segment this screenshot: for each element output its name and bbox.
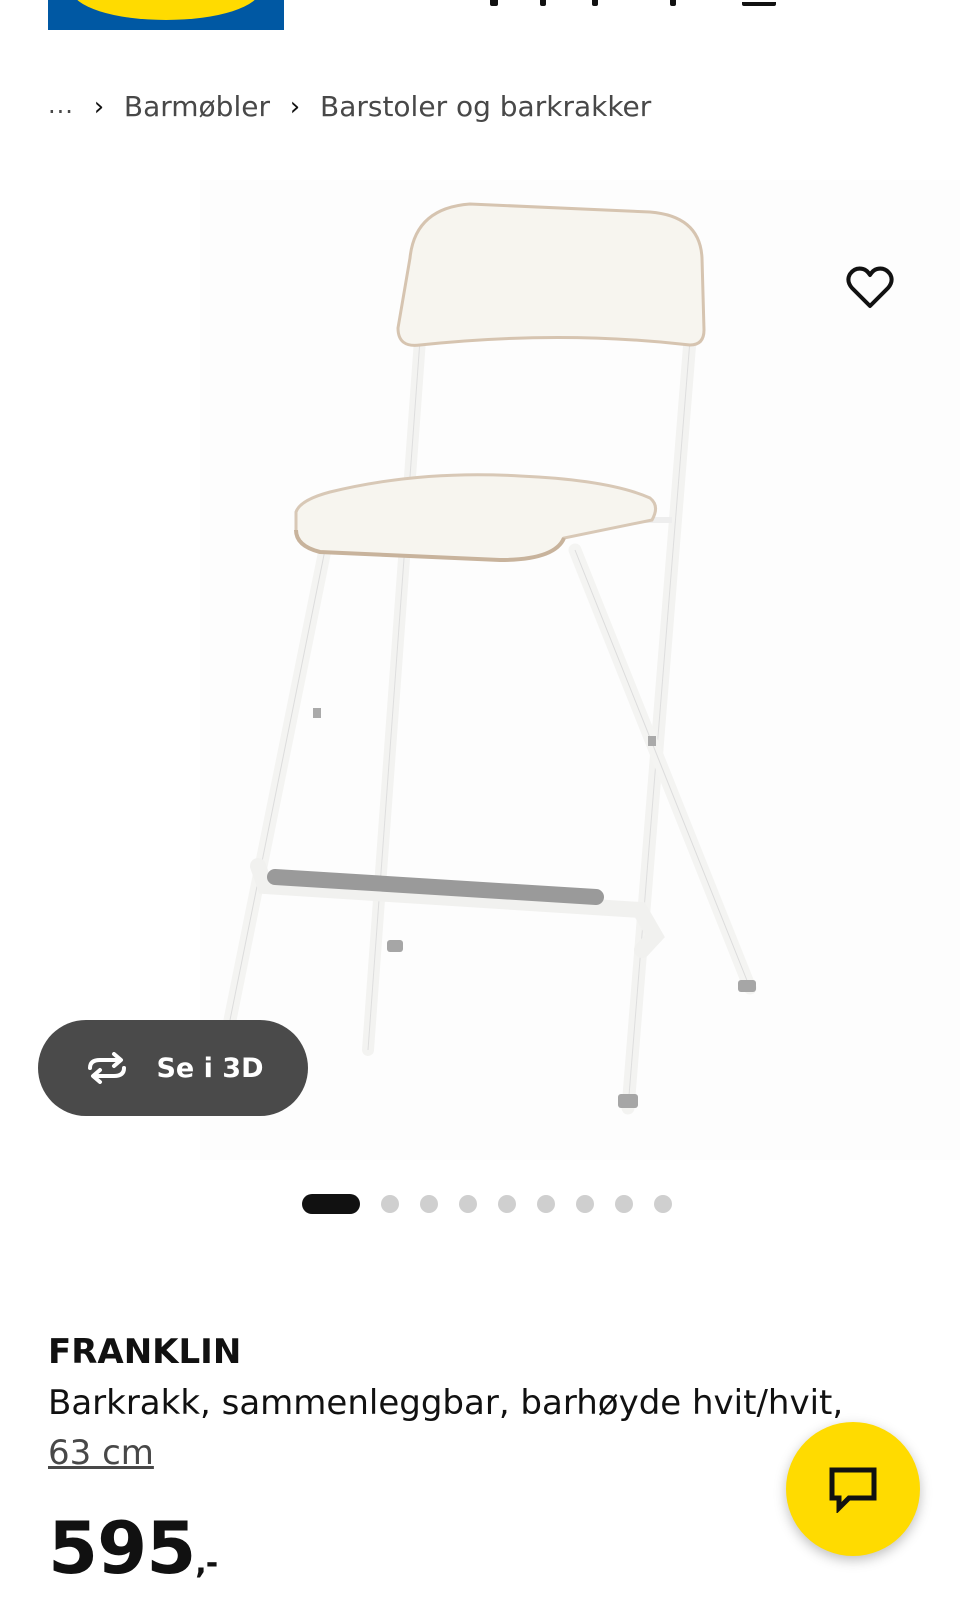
product-size-link[interactable]: 63 cm bbox=[48, 1428, 154, 1478]
gallery-dot-active[interactable] bbox=[302, 1194, 360, 1214]
product-image[interactable] bbox=[200, 180, 960, 1160]
gallery-dot[interactable] bbox=[420, 1195, 438, 1213]
view-3d-label: Se i 3D bbox=[156, 1052, 264, 1084]
header-icon-fragment bbox=[670, 0, 676, 6]
product-description: Barkrakk, sammenleggbar, barhøyde hvit/h… bbox=[48, 1383, 844, 1423]
price-suffix: ,- bbox=[195, 1546, 218, 1581]
product-gallery bbox=[0, 180, 960, 1160]
product-name: FRANKLIN bbox=[48, 1332, 242, 1372]
breadcrumb-item-barstoler[interactable]: Barstoler og barkrakker bbox=[320, 90, 651, 123]
breadcrumb-item-barmobler[interactable]: Barmøbler bbox=[124, 90, 270, 123]
rotate-3d-icon bbox=[82, 1052, 132, 1084]
breadcrumb: ... › Barmøbler › Barstoler og barkrakke… bbox=[48, 90, 651, 123]
gallery-pagination bbox=[302, 1194, 693, 1214]
header-icons-cropped bbox=[480, 0, 800, 8]
header-icon-fragment bbox=[592, 0, 598, 6]
gallery-dot[interactable] bbox=[576, 1195, 594, 1213]
gallery-dot[interactable] bbox=[537, 1195, 555, 1213]
gallery-dot[interactable] bbox=[381, 1195, 399, 1213]
header-icon-fragment bbox=[490, 0, 498, 6]
heart-icon bbox=[846, 266, 894, 308]
gallery-dot[interactable] bbox=[615, 1195, 633, 1213]
view-3d-button[interactable]: Se i 3D bbox=[38, 1020, 308, 1116]
gallery-dot[interactable] bbox=[654, 1195, 672, 1213]
ikea-logo[interactable] bbox=[48, 0, 284, 30]
chat-icon bbox=[829, 1467, 877, 1513]
breadcrumb-ellipsis[interactable]: ... bbox=[48, 91, 74, 119]
gallery-dot[interactable] bbox=[459, 1195, 477, 1213]
gallery-dot[interactable] bbox=[498, 1195, 516, 1213]
header-icon-fragment bbox=[742, 2, 776, 6]
header-icon-fragment bbox=[540, 0, 546, 6]
favorite-button[interactable] bbox=[840, 258, 900, 318]
price-value: 595 bbox=[48, 1506, 196, 1590]
logo-oval bbox=[72, 0, 260, 20]
product-price: 595,- bbox=[48, 1506, 218, 1604]
chat-button[interactable] bbox=[786, 1422, 920, 1556]
chevron-right-icon: › bbox=[93, 91, 105, 122]
chevron-right-icon: › bbox=[289, 91, 301, 122]
